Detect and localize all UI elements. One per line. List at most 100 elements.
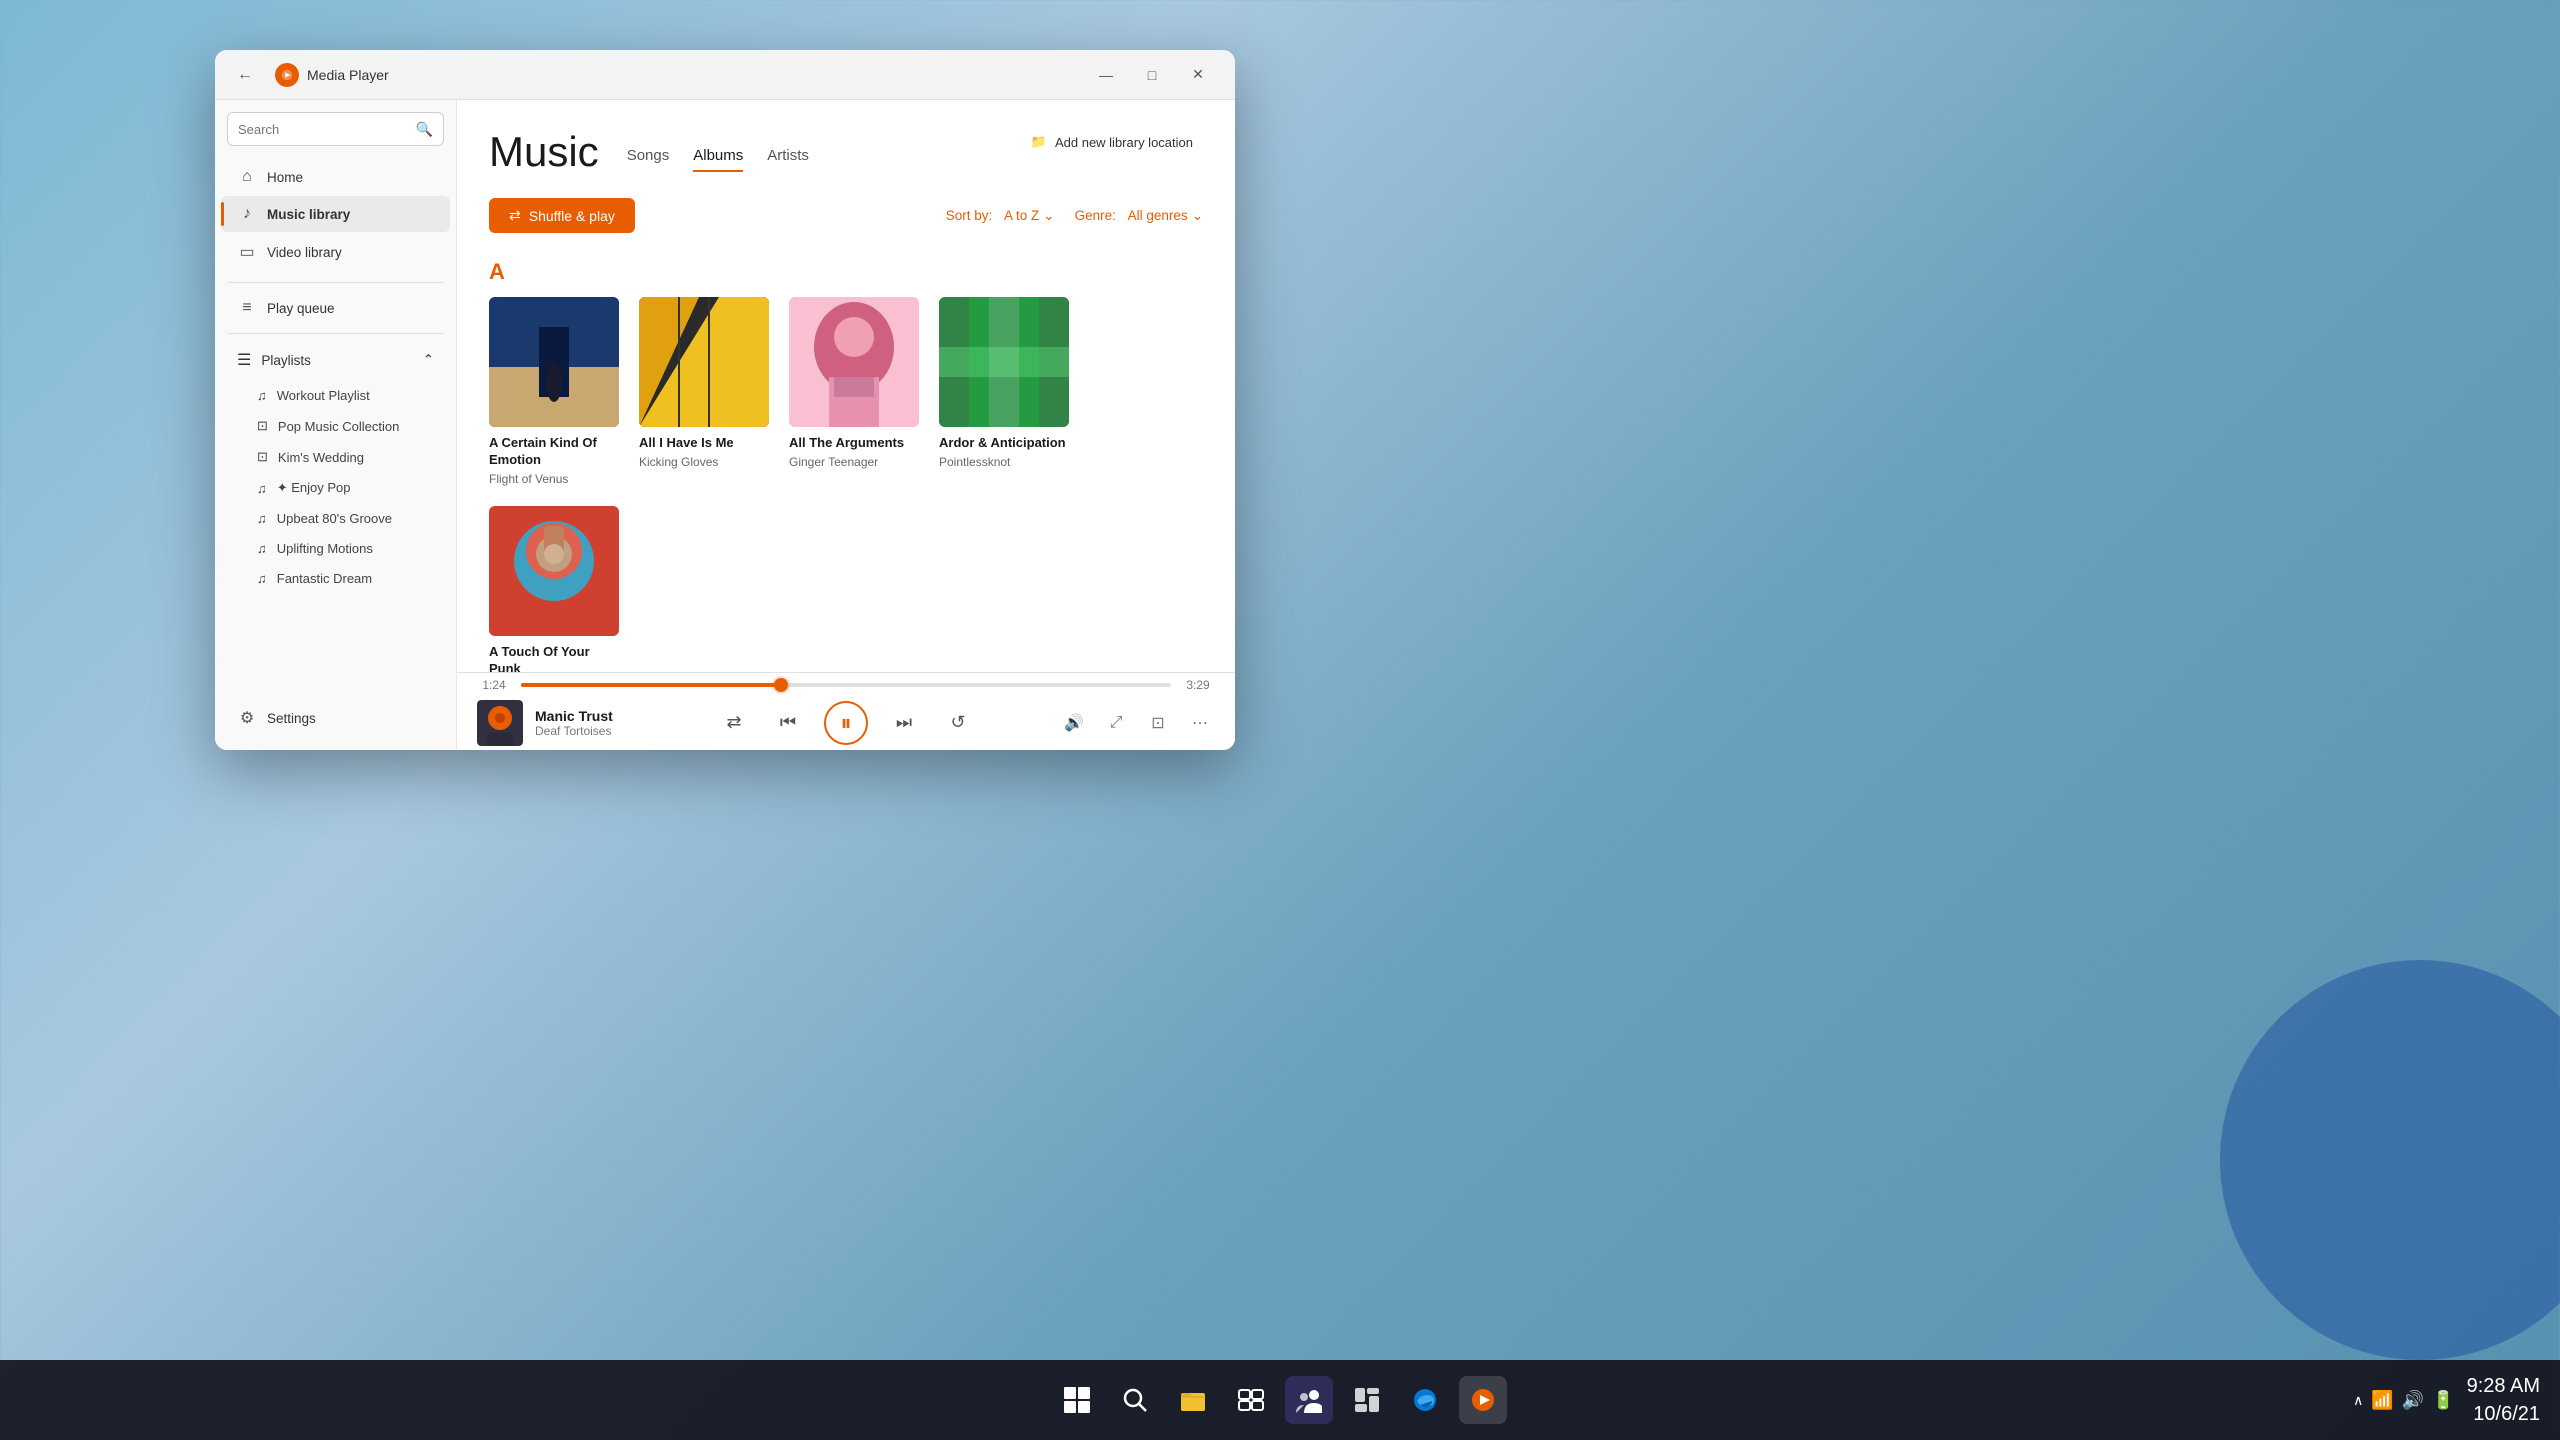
album-artist: Ginger Teenager: [789, 455, 919, 469]
playlists-label: Playlists: [261, 353, 311, 368]
taskbar-task-view[interactable]: [1227, 1376, 1275, 1424]
add-library-label: Add new library location: [1055, 135, 1193, 150]
album-art-certain-kind: [489, 297, 619, 427]
album-card-ardor[interactable]: Ardor & Anticipation Pointlessknot: [939, 297, 1069, 486]
sidebar-item-kims-wedding[interactable]: ⊡ Kim's Wedding: [221, 442, 450, 472]
sidebar-item-label: Video library: [267, 245, 342, 260]
taskbar-file-explorer[interactable]: [1169, 1376, 1217, 1424]
tab-albums[interactable]: Albums: [693, 147, 743, 172]
volume-icon[interactable]: 🔊: [2402, 1390, 2424, 1411]
taskbar-start-button[interactable]: [1053, 1376, 1101, 1424]
music-icon: ♪: [237, 205, 257, 223]
album-art-image: [789, 297, 919, 427]
maximize-button[interactable]: □: [1129, 59, 1175, 91]
close-button[interactable]: ✕: [1175, 59, 1221, 91]
system-tray: ∧ 📶 🔊 🔋: [2353, 1390, 2455, 1411]
miniplayer-button[interactable]: ⊡: [1143, 708, 1173, 738]
np-artist: Deaf Tortoises: [535, 724, 613, 738]
minimize-button[interactable]: —: [1083, 59, 1129, 91]
sidebar-item-settings[interactable]: ⚙ Settings: [221, 699, 450, 737]
album-art-image: [639, 297, 769, 427]
genre-chevron-icon: ⌄: [1192, 208, 1203, 224]
progress-track[interactable]: [521, 683, 1171, 687]
chevron-up-icon: ⌃: [423, 352, 434, 368]
sidebar-item-home[interactable]: ⌂ Home: [221, 159, 450, 195]
expand-tray-icon[interactable]: ∧: [2353, 1392, 2363, 1409]
search-box[interactable]: 🔍: [227, 112, 444, 146]
main-title-row: Music Songs Albums Artists 📁 Add new lib…: [489, 128, 1203, 176]
playlists-list: ♫ Workout Playlist ⊡ Pop Music Collectio…: [215, 380, 456, 594]
search-input[interactable]: [238, 122, 416, 137]
titlebar-nav: ←: [229, 59, 261, 91]
sidebar-item-play-queue[interactable]: ≡ Play queue: [221, 290, 450, 326]
album-art-all-i-have: [639, 297, 769, 427]
sidebar-item-music-library[interactable]: ♪ Music library: [221, 196, 450, 232]
search-icon: 🔍: [416, 121, 433, 138]
sidebar-item-enjoy-pop[interactable]: ♫ ✦ Enjoy Pop: [221, 473, 450, 503]
sort-by-label: Sort by:: [946, 208, 993, 223]
back-button[interactable]: ←: [229, 59, 261, 91]
taskbar-search-button[interactable]: [1111, 1376, 1159, 1424]
add-library-button[interactable]: 📁 Add new library location: [1021, 128, 1203, 156]
sidebar-item-fantastic[interactable]: ♫ Fantastic Dream: [221, 564, 450, 593]
playlist-label: Workout Playlist: [277, 388, 370, 403]
sidebar-item-label: Music library: [267, 207, 350, 222]
album-card-certain-kind[interactable]: A Certain Kind Of Emotion Flight of Venu…: [489, 297, 619, 486]
album-artist: Kicking Gloves: [639, 455, 769, 469]
album-card-touch-punk[interactable]: A Touch Of Your Punk Compass Tribute: [489, 506, 619, 672]
playlist-label: Uplifting Motions: [277, 541, 373, 556]
tab-songs[interactable]: Songs: [627, 147, 670, 172]
sidebar-item-video-library[interactable]: ▭ Video library: [221, 233, 450, 271]
player-controls-row: Manic Trust Deaf Tortoises ⇄ ⏮ ⏸ ⏭ ↺ 🔊 ⤢: [477, 700, 1215, 746]
sidebar-item-upbeat[interactable]: ♫ Upbeat 80's Groove: [221, 504, 450, 533]
album-card-all-arguments[interactable]: All The Arguments Ginger Teenager: [789, 297, 919, 486]
sidebar-divider-2: [227, 333, 444, 334]
sort-by-control[interactable]: Sort by: A to Z ⌄: [946, 208, 1055, 224]
sidebar-item-workout[interactable]: ♫ Workout Playlist: [221, 381, 450, 410]
sidebar-item-label: Home: [267, 170, 303, 185]
taskbar-widgets[interactable]: [1343, 1376, 1391, 1424]
toolbar-row: ⇄ Shuffle & play Sort by: A to Z ⌄ Genre…: [489, 184, 1203, 243]
playlists-header[interactable]: ☰ Playlists ⌃: [221, 341, 450, 379]
taskbar-teams[interactable]: [1285, 1376, 1333, 1424]
genre-control[interactable]: Genre: All genres ⌄: [1075, 208, 1203, 224]
controls-center: ⇄ ⏮ ⏸ ⏭ ↺: [677, 701, 1015, 745]
taskbar: ∧ 📶 🔊 🔋 9:28 AM 10/6/21: [0, 1360, 2560, 1440]
wifi-icon[interactable]: 📶: [2371, 1390, 2393, 1411]
playlist-icon: ⊡: [257, 418, 268, 434]
battery-icon[interactable]: 🔋: [2432, 1390, 2454, 1411]
playlist-icon: ♫: [257, 388, 267, 403]
taskbar-time-display: 9:28 AM: [2467, 1372, 2540, 1400]
repeat-button[interactable]: ↺: [940, 705, 976, 741]
video-icon: ▭: [237, 242, 257, 262]
progress-thumb: [774, 678, 788, 692]
shuffle-button[interactable]: ⇄: [716, 705, 752, 741]
shuffle-play-button[interactable]: ⇄ Shuffle & play: [489, 198, 635, 233]
main-content: Music Songs Albums Artists 📁 Add new lib…: [457, 100, 1235, 750]
more-button[interactable]: ⋯: [1185, 708, 1215, 738]
sidebar-item-label: Play queue: [267, 301, 335, 316]
album-card-all-i-have[interactable]: All I Have Is Me Kicking Gloves: [639, 297, 769, 486]
previous-button[interactable]: ⏮: [770, 705, 806, 741]
taskbar-media-player[interactable]: [1459, 1376, 1507, 1424]
album-name: Ardor & Anticipation: [939, 435, 1069, 452]
sidebar-nav: ⌂ Home ♪ Music library ▭ Video library: [215, 154, 456, 276]
shuffle-icon: ⇄: [509, 207, 521, 224]
next-button[interactable]: ⏭: [886, 705, 922, 741]
pause-button[interactable]: ⏸: [824, 701, 868, 745]
sidebar-item-pop-collection[interactable]: ⊡ Pop Music Collection: [221, 411, 450, 441]
titlebar: ← Media Player — □ ✕: [215, 50, 1235, 100]
albums-scroll[interactable]: A: [457, 243, 1235, 672]
np-title: Manic Trust: [535, 708, 613, 724]
fullscreen-button[interactable]: ⤢: [1101, 708, 1131, 738]
main-title-left: Music Songs Albums Artists: [489, 128, 809, 176]
volume-button[interactable]: 🔊: [1059, 708, 1089, 738]
album-artist: Pointlessknot: [939, 455, 1069, 469]
genre-value: All genres: [1128, 208, 1188, 223]
taskbar-clock[interactable]: 9:28 AM 10/6/21: [2467, 1372, 2540, 1428]
total-time: 3:29: [1181, 678, 1215, 692]
media-player-window: ← Media Player — □ ✕ 🔍 ⌂ Home: [215, 50, 1235, 750]
taskbar-edge[interactable]: [1401, 1376, 1449, 1424]
sidebar-item-uplifting[interactable]: ♫ Uplifting Motions: [221, 534, 450, 563]
tab-artists[interactable]: Artists: [767, 147, 809, 172]
